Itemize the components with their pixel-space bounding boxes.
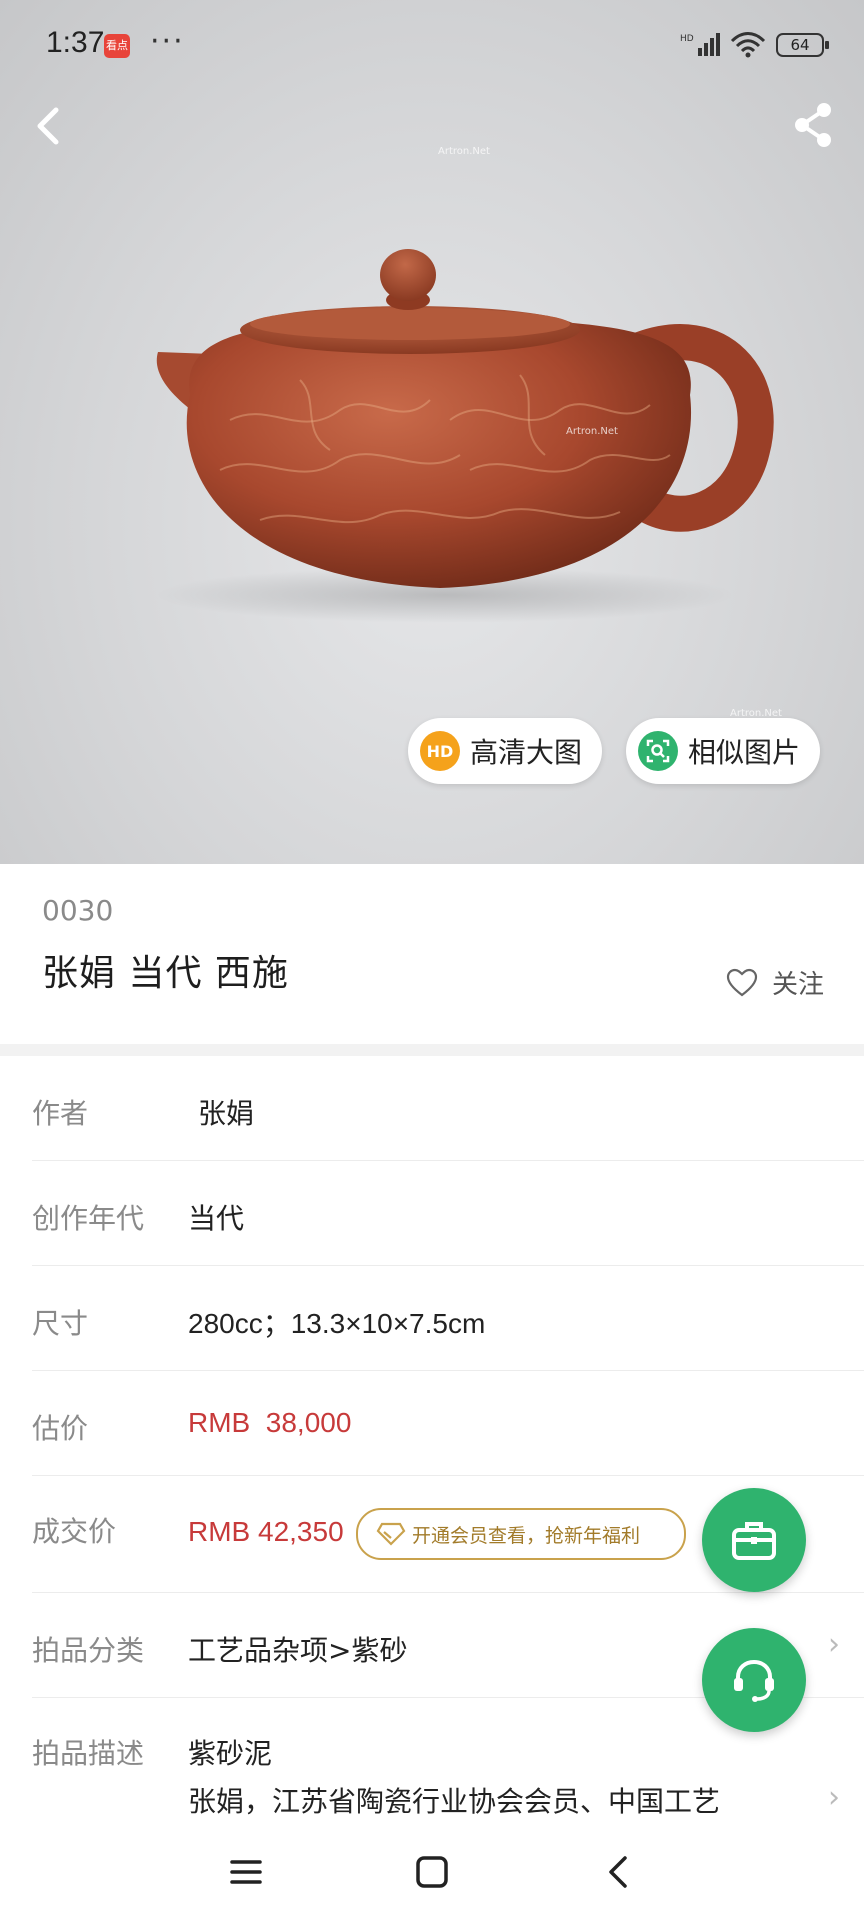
heart-icon <box>726 968 758 996</box>
status-bar: 1:37 看点 ··· HD 64 <box>0 0 864 92</box>
chevron-left-icon <box>37 107 59 145</box>
briefcase-icon <box>732 1522 776 1560</box>
home-icon <box>416 1856 448 1888</box>
detail-row-size: 尺寸 280cc；13.3×10×7.5cm <box>32 1266 864 1371</box>
detail-label: 估价 <box>32 1412 89 1445</box>
chevron-right-icon: › <box>828 1780 840 1815</box>
description-line: 紫砂泥 <box>188 1737 273 1770</box>
watermark: Artron.Net <box>566 426 618 437</box>
detail-label: 创作年代 <box>32 1202 145 1235</box>
similar-images-label: 相似图片 <box>688 736 801 769</box>
detail-value: 张娟 <box>198 1097 255 1130</box>
category-link[interactable]: 工艺品杂项>紫砂 <box>188 1629 407 1669</box>
diamond-icon <box>376 1522 406 1546</box>
product-image[interactable]: Artron.Net Artron.Net Artron.Net 1:37 看点… <box>0 0 864 864</box>
hd-icon: HD <box>420 731 460 771</box>
hd-image-button[interactable]: HD 高清大图 <box>408 718 603 784</box>
detail-label: 尺寸 <box>32 1307 89 1340</box>
follow-button[interactable]: 关注 <box>726 964 824 1001</box>
share-icon <box>795 103 831 147</box>
description-line: 张娟，江苏省陶瓷行业协会会员、中国工艺 <box>188 1785 721 1818</box>
clock: 1:37 <box>46 26 105 59</box>
svg-text:HD: HD <box>680 34 694 44</box>
menu-button[interactable] <box>216 1850 276 1894</box>
item-header: 0030 张娟 当代 西施 关注 <box>0 864 864 1044</box>
more-notifications-icon: ··· <box>150 24 185 59</box>
detail-label: 拍品描述 <box>32 1737 145 1770</box>
deal-price: RMB 42,350 <box>188 1516 344 1547</box>
detail-value: 280cc；13.3×10×7.5cm <box>188 1308 486 1339</box>
wifi-icon <box>730 32 766 58</box>
watermark: Artron.Net <box>438 146 490 157</box>
detail-label: 成交价 <box>32 1515 117 1548</box>
image-search-icon <box>638 731 678 771</box>
follow-label: 关注 <box>771 970 824 1000</box>
detail-label: 作者 <box>32 1097 89 1130</box>
detail-label: 拍品分类 <box>32 1634 145 1667</box>
detail-row-era: 创作年代 当代 <box>32 1161 864 1266</box>
home-button[interactable] <box>402 1850 462 1894</box>
headset-icon <box>734 1659 774 1702</box>
share-button[interactable] <box>790 98 838 152</box>
vip-upsell-button[interactable]: 开通会员查看，抢新年福利 <box>356 1508 686 1560</box>
detail-row-author: 作者 张娟 <box>32 1056 864 1161</box>
menu-icon <box>230 1860 262 1884</box>
toolbox-fab[interactable] <box>702 1488 806 1592</box>
estimate-price: RMB 38,000 <box>188 1407 352 1438</box>
lot-number: 0030 <box>42 894 114 927</box>
chevron-right-icon: › <box>828 1627 840 1662</box>
signal-icon: HD <box>680 33 720 56</box>
app-notification-icon: 看点 <box>104 34 130 58</box>
system-nav-bar <box>0 1820 864 1920</box>
system-back-button[interactable] <box>588 1850 648 1894</box>
detail-value: 当代 <box>188 1202 245 1235</box>
page-title: 张娟 当代 西施 <box>42 953 289 994</box>
similar-images-button[interactable]: 相似图片 <box>626 718 821 784</box>
back-button[interactable] <box>26 96 74 156</box>
back-arrow-icon <box>609 1856 627 1888</box>
detail-row-estimate: 估价 RMB 38,000 <box>32 1371 864 1476</box>
section-divider <box>0 1044 864 1056</box>
vip-upsell-text: 开通会员查看，抢新年福利 <box>412 1524 641 1547</box>
hd-image-label: 高清大图 <box>470 736 583 769</box>
battery-icon: 64 <box>776 33 829 57</box>
customer-service-fab[interactable] <box>702 1628 806 1732</box>
